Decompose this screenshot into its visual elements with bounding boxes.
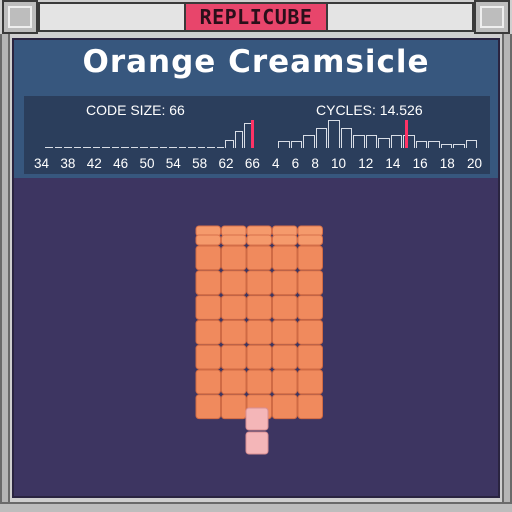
app-title: REPLICUBE xyxy=(184,2,328,32)
cube-front-face xyxy=(221,344,247,370)
cube-front-face xyxy=(297,319,323,345)
cube-front-face xyxy=(246,295,272,320)
cube-front-face xyxy=(195,295,221,320)
cube-front-face xyxy=(297,245,323,271)
cube-front-face xyxy=(297,394,323,420)
left-corner-button[interactable] xyxy=(2,0,38,34)
cube-render[interactable] xyxy=(14,40,498,496)
cube-front-face xyxy=(297,344,323,370)
cube-front-face xyxy=(272,344,298,370)
cube-top-face xyxy=(221,234,247,246)
cube-front-face xyxy=(246,369,272,395)
cube-top-face xyxy=(272,234,298,246)
cube-front-face xyxy=(195,245,221,271)
cube-front-face xyxy=(195,394,221,420)
cube-top-face xyxy=(195,234,221,246)
cube-front-face xyxy=(221,270,247,296)
cube-front-face xyxy=(195,369,221,395)
left-border xyxy=(0,34,10,512)
cube-front-face xyxy=(272,369,298,395)
stick-cube xyxy=(245,407,269,431)
puzzle-viewport[interactable]: Orange Creamsicle CODE SIZE: 66 34 38 42 46… xyxy=(12,38,500,498)
cube-front-face xyxy=(272,270,298,296)
cube-front-face xyxy=(297,270,323,296)
right-corner-button[interactable] xyxy=(474,0,510,34)
cube-front-face xyxy=(297,295,323,320)
cube-front-face xyxy=(195,270,221,296)
cube-front-face xyxy=(221,319,247,345)
stick-cube xyxy=(245,431,269,455)
cube-front-face xyxy=(246,344,272,370)
cube-front-face xyxy=(246,245,272,271)
cube-front-face xyxy=(195,344,221,370)
bottom-border xyxy=(0,502,512,512)
cube-front-face xyxy=(221,394,247,420)
cube-front-face xyxy=(221,245,247,271)
cube-front-face xyxy=(221,295,247,320)
window-frame: REPLICUBE Orange Creamsicle CODE SIZE: 6… xyxy=(0,0,512,512)
cube-front-face xyxy=(195,319,221,345)
cube-front-face xyxy=(272,295,298,320)
cube-front-face xyxy=(246,319,272,345)
cube-top-face xyxy=(246,234,272,246)
cube-front-face xyxy=(221,369,247,395)
cube-front-face xyxy=(246,270,272,296)
cube-front-face xyxy=(272,319,298,345)
cube-front-face xyxy=(297,369,323,395)
cube-front-face xyxy=(272,245,298,271)
right-border xyxy=(502,34,512,512)
cube-top-face xyxy=(297,234,323,246)
cube-front-face xyxy=(272,394,298,420)
